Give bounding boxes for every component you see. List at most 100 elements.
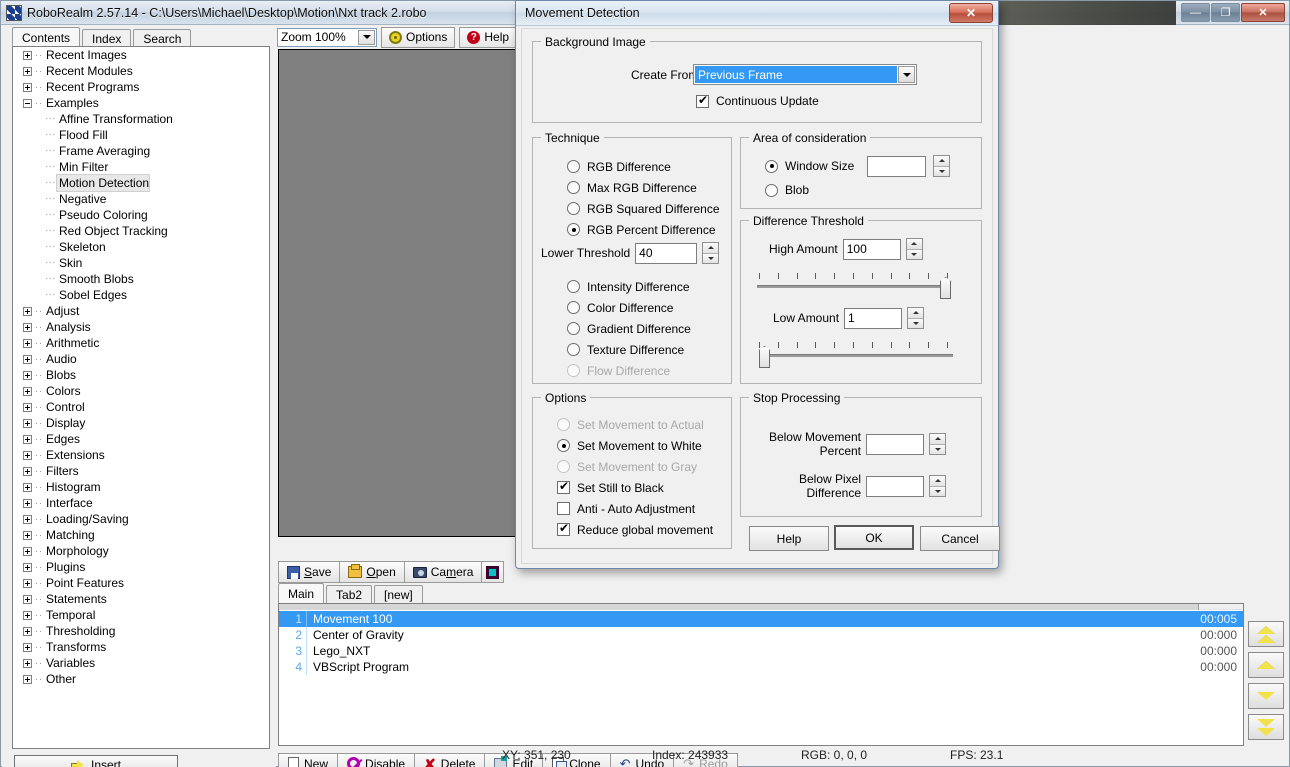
slider-thumb[interactable] <box>940 277 951 299</box>
window-size-spinner[interactable] <box>933 155 951 177</box>
save-button[interactable]: Save <box>278 561 341 583</box>
expand-icon[interactable] <box>23 450 32 460</box>
tree-item-min-filter[interactable]: ··· Min Filter <box>13 159 269 175</box>
expand-icon[interactable] <box>23 434 32 444</box>
tree-item-recent-programs[interactable]: ·· Recent Programs <box>13 79 269 95</box>
spinner-down[interactable] <box>906 249 922 259</box>
radio-row-color-difference[interactable]: Color Difference <box>567 297 691 318</box>
tree-item-frame-averaging[interactable]: ··· Frame Averaging <box>13 143 269 159</box>
low-amount-input[interactable]: 1 <box>844 307 903 329</box>
pipeline-row[interactable]: 4 VBScript Program 00:000 <box>279 659 1243 675</box>
radio-button[interactable] <box>567 301 580 314</box>
move-up-button[interactable] <box>1248 652 1284 678</box>
tree-item-temporal[interactable]: ·· Temporal <box>13 607 269 623</box>
expand-icon[interactable] <box>23 546 32 556</box>
radio-row-max-rgb-difference[interactable]: Max RGB Difference <box>567 177 720 198</box>
expand-icon[interactable] <box>23 386 32 396</box>
expand-icon[interactable] <box>23 50 32 60</box>
tree-item-skin[interactable]: ··· Skin <box>13 255 269 271</box>
tree-item-skeleton[interactable]: ··· Skeleton <box>13 239 269 255</box>
expand-icon[interactable] <box>23 354 32 364</box>
maximize-button[interactable]: ❐ <box>1211 3 1240 22</box>
tree-item-edges[interactable]: ·· Edges <box>13 431 269 447</box>
low-amount-slider[interactable] <box>757 342 953 370</box>
move-down-button[interactable] <box>1248 683 1284 709</box>
high-amount-slider[interactable] <box>757 273 953 301</box>
camera-button[interactable]: Camera <box>404 561 483 583</box>
tab-search[interactable]: Search <box>133 29 192 47</box>
blob-row[interactable]: Blob <box>765 183 809 197</box>
spinner-up[interactable] <box>703 243 719 254</box>
expand-icon[interactable] <box>23 530 32 540</box>
tab-contents[interactable]: Contents <box>12 27 81 47</box>
tree-item-analysis[interactable]: ·· Analysis <box>13 319 269 335</box>
spinner-down[interactable] <box>908 318 924 328</box>
expand-icon[interactable] <box>23 642 32 652</box>
pipeline-tab-tab2[interactable]: Tab2 <box>326 585 373 603</box>
tree-item-adjust[interactable]: ·· Adjust <box>13 303 269 319</box>
pipeline-tab-main[interactable]: Main <box>278 583 325 603</box>
spinner-up[interactable] <box>906 239 922 250</box>
tree-item-blobs[interactable]: ·· Blobs <box>13 367 269 383</box>
pipeline-horizontal-scrollbar[interactable] <box>279 604 1243 610</box>
tree-item-loading-saving[interactable]: ·· Loading/Saving <box>13 511 269 527</box>
radio-button[interactable] <box>567 223 580 236</box>
tree-item-filters[interactable]: ·· Filters <box>13 463 269 479</box>
pipeline-tab-new[interactable]: [new] <box>374 585 423 603</box>
tree-item-red-object-tracking[interactable]: ··· Red Object Tracking <box>13 223 269 239</box>
tab-index[interactable]: Index <box>82 29 132 47</box>
high-amount-spinner[interactable] <box>905 238 923 260</box>
tree-item-audio[interactable]: ·· Audio <box>13 351 269 367</box>
expand-icon[interactable] <box>23 626 32 636</box>
window-size-row[interactable]: Window Size <box>765 155 951 177</box>
radio-row-gradient-difference[interactable]: Gradient Difference <box>567 318 691 339</box>
move-to-bottom-button[interactable] <box>1248 714 1284 740</box>
checkbox[interactable] <box>557 502 570 515</box>
dialog-cancel-button[interactable]: Cancel <box>920 526 1000 551</box>
radio-button[interactable] <box>567 322 580 335</box>
tree-item-examples[interactable]: ·· Examples <box>13 95 269 111</box>
tree-item-arithmetic[interactable]: ·· Arithmetic <box>13 335 269 351</box>
radio-button[interactable] <box>567 181 580 194</box>
tree-item-sobel-edges[interactable]: ··· Sobel Edges <box>13 287 269 303</box>
create-from-select[interactable]: Previous Frame <box>693 64 917 85</box>
low-amount-spinner[interactable] <box>907 307 925 329</box>
spinner-up[interactable] <box>930 476 945 487</box>
option-row-set-still-to-black[interactable]: Set Still to Black <box>557 477 713 498</box>
pipeline-row[interactable]: 2 Center of Gravity 00:000 <box>279 627 1243 643</box>
expand-icon[interactable] <box>23 658 32 668</box>
tree-item-statements[interactable]: ·· Statements <box>13 591 269 607</box>
chevron-down-icon[interactable] <box>358 29 375 45</box>
options-button[interactable]: Options <box>381 26 456 48</box>
tree-item-extensions[interactable]: ·· Extensions <box>13 447 269 463</box>
dialog-ok-button[interactable]: OK <box>834 525 914 550</box>
expand-icon[interactable] <box>23 482 32 492</box>
tree-item-point-features[interactable]: ·· Point Features <box>13 575 269 591</box>
tree-item-other[interactable]: ·· Other <box>13 671 269 687</box>
dialog-help-button[interactable]: Help <box>749 526 829 551</box>
lower-threshold-input[interactable]: 40 <box>635 242 698 264</box>
pipeline-row[interactable]: 3 Lego_NXT 00:000 <box>279 643 1243 659</box>
tree-item-negative[interactable]: ··· Negative <box>13 191 269 207</box>
expand-icon[interactable] <box>23 498 32 508</box>
tree-item-histogram[interactable]: ·· Histogram <box>13 479 269 495</box>
minimize-button[interactable]: — <box>1181 3 1210 22</box>
expand-icon[interactable] <box>23 338 32 348</box>
expand-icon[interactable] <box>23 610 32 620</box>
tree-item-interface[interactable]: ·· Interface <box>13 495 269 511</box>
expand-icon[interactable] <box>23 322 32 332</box>
close-button[interactable]: ✕ <box>1241 3 1285 22</box>
spinner-down[interactable] <box>934 166 950 176</box>
collapse-icon[interactable] <box>23 98 32 108</box>
below-pixel-spinner[interactable] <box>929 475 946 497</box>
tree-item-thresholding[interactable]: ·· Thresholding <box>13 623 269 639</box>
radio-button[interactable] <box>567 202 580 215</box>
tree-item-motion-detection[interactable]: ··· Motion Detection <box>13 174 269 192</box>
option-row-reduce-global-movement[interactable]: Reduce global movement <box>557 519 713 540</box>
tree-item-variables[interactable]: ·· Variables <box>13 655 269 671</box>
below-pixel-input[interactable] <box>866 475 924 497</box>
spinner-up[interactable] <box>930 434 945 445</box>
tree-item-colors[interactable]: ·· Colors <box>13 383 269 399</box>
tree-item-morphology[interactable]: ·· Morphology <box>13 543 269 559</box>
tree-item-display[interactable]: ·· Display <box>13 415 269 431</box>
